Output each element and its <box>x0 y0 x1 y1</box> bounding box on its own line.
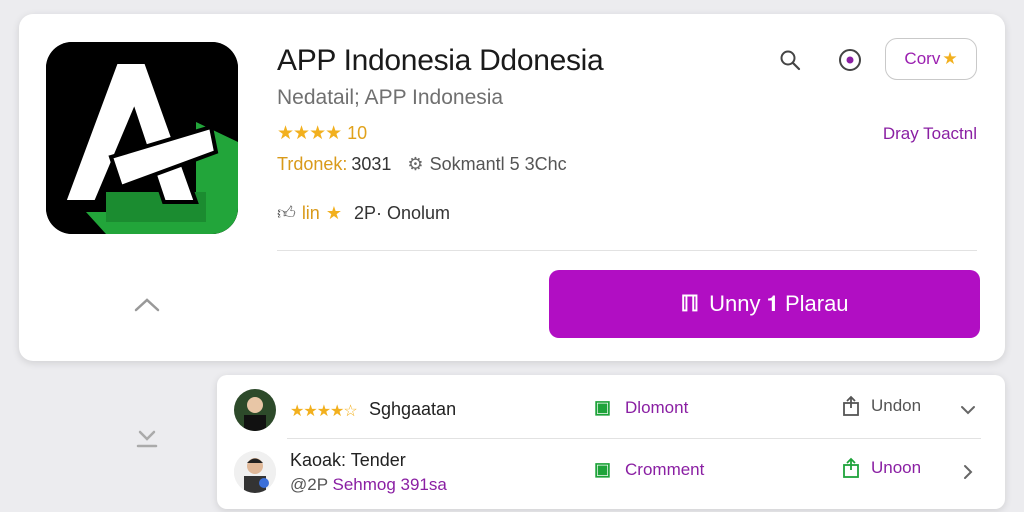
share-label: Undon <box>871 396 922 415</box>
stats-label: lin <box>301 202 320 223</box>
rating-row: ★★★★ 10 <box>277 122 367 145</box>
review-stars: ★★★★☆ <box>290 403 358 420</box>
chevron-down-icon <box>961 406 975 415</box>
rating-value: 10 <box>347 123 368 143</box>
download-button[interactable] <box>130 420 164 454</box>
list-item: ★★★★☆ Sghgaatan ▣ Dlomont Undon <box>217 379 1005 441</box>
review-place: Sehmog 391sa <box>332 475 447 494</box>
follow-label: Corv <box>904 49 941 68</box>
app-subtitle: Nedatail; APP Indonesia <box>277 86 504 109</box>
record-icon <box>839 49 861 71</box>
share-icon <box>843 395 859 416</box>
comment-icon: ▣ <box>594 459 612 479</box>
download-icon <box>136 430 158 448</box>
comment-button[interactable]: ▣ Dlomont <box>594 397 688 418</box>
primary-action-button[interactable]: ℿ Unny 𝟏 Plarau <box>549 270 980 338</box>
review-name: Kaoak: Tender <box>290 450 406 470</box>
comment-label: Dlomont <box>625 397 689 417</box>
review-list: ★★★★☆ Sghgaatan ▣ Dlomont Undon Kaoak: T… <box>217 375 1005 509</box>
list-item: Kaoak: Tender @2P Sehmog 391sa ▣ Crommen… <box>217 441 1005 503</box>
meta-detail: Sokmantl 5 3Chc <box>429 154 567 174</box>
app-glyph-icon: ℿ <box>680 291 699 316</box>
stats-row: 👍︎ lin ★ 2P· Onolum <box>277 202 450 224</box>
avatar <box>234 389 276 431</box>
meta-row: Trdonek: 3031 ⚙ Sokmantl 5 3Chc <box>277 154 567 175</box>
meta-label: Trdonek: <box>277 154 348 174</box>
share-icon <box>843 457 859 478</box>
search-button[interactable] <box>774 44 806 76</box>
primary-action-label: Unny 𝟏 Plarau <box>709 291 849 316</box>
stats-value: 2P· Onolum <box>353 202 451 223</box>
meta-value: 3031 <box>351 154 392 174</box>
avatar <box>234 451 276 493</box>
app-detail-card: APP Indonesia Ddonesia Nedatail; APP Ind… <box>19 14 1005 361</box>
divider <box>277 250 977 251</box>
comment-label: Cromment <box>625 459 705 479</box>
rating-stars: ★★★★ <box>277 123 342 144</box>
chevron-right-button[interactable] <box>957 461 979 483</box>
share-button[interactable]: Undon <box>841 395 921 417</box>
follow-button[interactable]: Corv ★ <box>885 38 977 80</box>
share-label: Unoon <box>871 458 922 477</box>
review-name: Sghgaatan <box>369 399 457 419</box>
search-icon <box>780 50 801 71</box>
divider <box>287 438 981 439</box>
star-icon: ★ <box>325 202 342 223</box>
collapse-button[interactable] <box>131 293 163 317</box>
review-subtitle: @2P Sehmog 391sa <box>290 475 447 495</box>
chevron-up-icon <box>134 298 160 312</box>
detail-link[interactable]: Dray Toactnl <box>883 124 977 144</box>
chevron-down-button[interactable] <box>957 399 979 421</box>
star-icon: ★ <box>942 49 958 68</box>
gear-icon: ⚙ <box>407 154 424 174</box>
comment-icon: ▣ <box>594 397 612 417</box>
review-handle: @2P <box>290 475 328 494</box>
app-icon <box>46 42 238 234</box>
share-button[interactable]: Unoon <box>841 457 921 479</box>
record-button[interactable] <box>834 44 866 76</box>
chevron-right-icon <box>964 465 973 479</box>
app-title: APP Indonesia Ddonesia <box>277 44 604 77</box>
comment-button[interactable]: ▣ Cromment <box>594 459 704 480</box>
thumbs-up-icon: 👍︎ <box>277 203 296 223</box>
